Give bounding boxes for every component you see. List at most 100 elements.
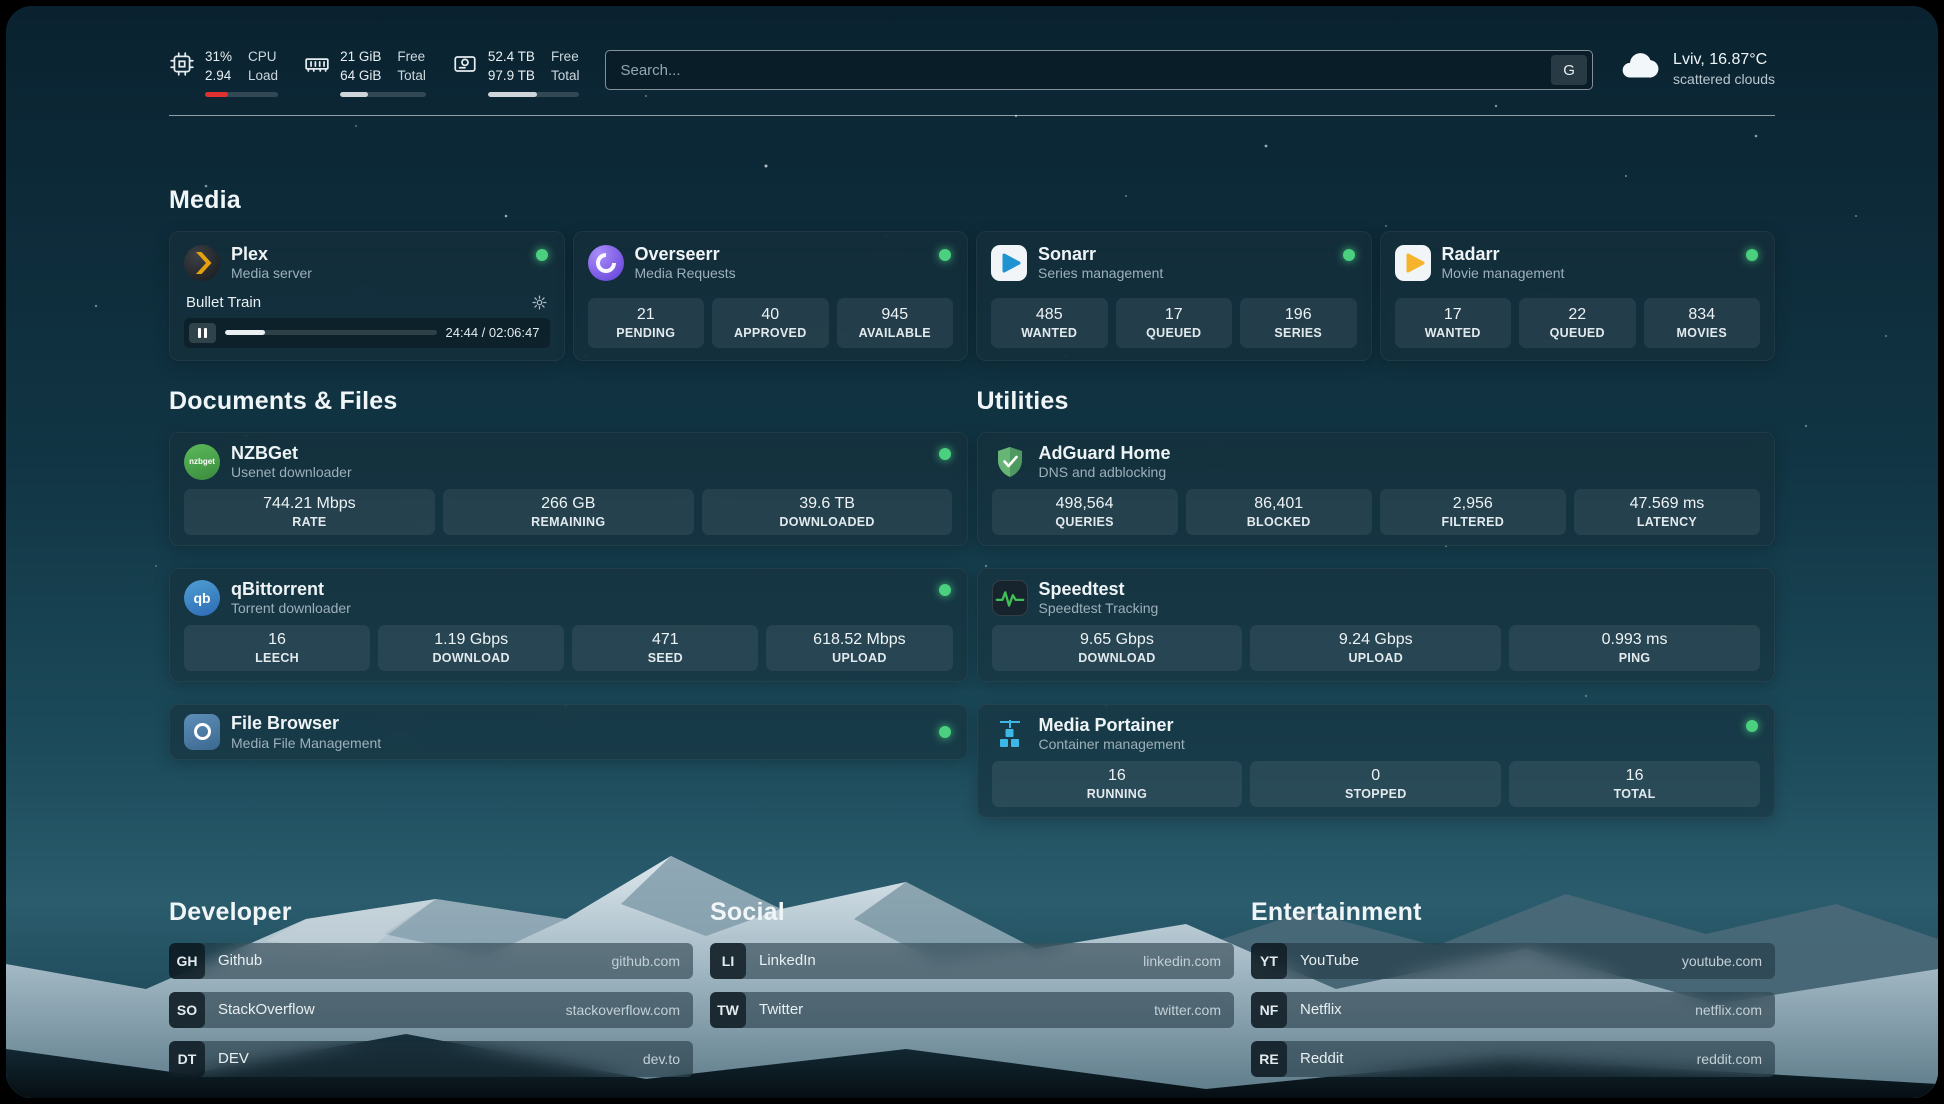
stat-queries: 498,564QUERIES [992, 489, 1178, 535]
status-dot [1746, 249, 1758, 261]
bookmark-stackoverflow[interactable]: SO StackOverflow stackoverflow.com [169, 992, 693, 1028]
search-bar: G [605, 50, 1593, 90]
status-dot [939, 726, 951, 738]
status-dot [1343, 249, 1355, 261]
pause-bar [198, 328, 201, 338]
middle-grid: Documents & Files nzbget NZBGet Usenet d… [169, 361, 1775, 840]
app-name: AdGuard Home [1039, 443, 1171, 464]
stat-pending: 21PENDING [588, 298, 705, 348]
top-bar: 31% 2.94 CPU Load [169, 6, 1775, 97]
bookmark-dev[interactable]: DT DEV dev.to [169, 1041, 693, 1077]
app-card-speedtest[interactable]: Speedtest Speedtest Tracking 9.65 GbpsDO… [977, 568, 1776, 682]
bookmark-github[interactable]: GH Github github.com [169, 943, 693, 979]
bookmark-youtube[interactable]: YT YouTube youtube.com [1251, 943, 1775, 979]
section-title-developer: Developer [169, 898, 693, 927]
search-input[interactable] [606, 51, 1551, 89]
disk-total-value: 97.9 TB [488, 67, 535, 86]
stat-total: 16TOTAL [1509, 761, 1760, 807]
dev-icon: DT [169, 1041, 205, 1077]
disk-free-label: Free [551, 48, 580, 67]
cpu-usage-bar [205, 92, 278, 97]
app-card-adguard[interactable]: AdGuard Home DNS and adblocking 498,564Q… [977, 432, 1776, 546]
adguard-icon [992, 444, 1028, 480]
dashboard-window: 31% 2.94 CPU Load [6, 6, 1938, 1098]
stat-queued: 22QUEUED [1519, 298, 1636, 348]
playback-progress-bar[interactable] [225, 330, 437, 335]
stat-remaining: 266 GBREMAINING [443, 489, 694, 535]
app-subtitle: DNS and adblocking [1039, 464, 1171, 480]
stat-available: 945AVAILABLE [837, 298, 954, 348]
stat-series: 196SERIES [1240, 298, 1357, 348]
app-card-overseerr[interactable]: Overseerr Media Requests 21PENDING 40APP… [573, 231, 969, 361]
status-dot [1746, 720, 1758, 732]
app-card-sonarr[interactable]: Sonarr Series management 485WANTED 17QUE… [976, 231, 1372, 361]
stat-wanted: 485WANTED [991, 298, 1108, 348]
app-card-nzbget[interactable]: nzbget NZBGet Usenet downloader 744.21 M… [169, 432, 968, 546]
utilities-column: Utilities AdGuard Home [977, 361, 1776, 840]
documents-column: Documents & Files nzbget NZBGet Usenet d… [169, 361, 968, 760]
media-progress-strip: 24:44 / 02:06:47 [184, 318, 550, 348]
weather-widget: Lviv, 16.87°C scattered clouds [1619, 50, 1775, 87]
social-column: Social LI LinkedIn linkedin.com TW Twitt… [710, 840, 1234, 1090]
stat-movies: 834MOVIES [1644, 298, 1761, 348]
search-engine-button[interactable]: G [1551, 55, 1587, 85]
speedtest-icon [992, 580, 1028, 616]
app-name: Overseerr [635, 244, 736, 265]
settings-icon[interactable] [531, 294, 548, 311]
stat-running: 16RUNNING [992, 761, 1243, 807]
stat-upload: 618.52 MbpsUPLOAD [766, 625, 952, 671]
stat-download: 9.65 GbpsDOWNLOAD [992, 625, 1243, 671]
cpu-percent: 31% [205, 48, 232, 67]
app-subtitle: Media Requests [635, 265, 736, 281]
plex-icon [184, 245, 220, 281]
bookmark-twitter[interactable]: TW Twitter twitter.com [710, 992, 1234, 1028]
app-subtitle: Series management [1038, 265, 1163, 281]
youtube-icon: YT [1251, 943, 1287, 979]
bookmarks-grid: Developer GH Github github.com SO StackO… [169, 840, 1775, 1090]
pause-button[interactable] [189, 323, 216, 343]
app-name: NZBGet [231, 443, 352, 464]
stat-upload: 9.24 GbpsUPLOAD [1250, 625, 1501, 671]
cpu-widget: 31% 2.94 CPU Load [169, 48, 278, 97]
disk-usage-bar [488, 92, 580, 97]
app-name: Plex [231, 244, 312, 265]
stat-filtered: 2,956FILTERED [1380, 489, 1566, 535]
cpu-load-label: Load [248, 67, 278, 86]
app-card-plex[interactable]: Plex Media server Bullet Train [169, 231, 565, 361]
filebrowser-icon [184, 714, 220, 750]
pause-bar [204, 328, 207, 338]
section-title-utilities: Utilities [977, 387, 1776, 416]
dashboard-content: 31% 2.94 CPU Load [6, 6, 1938, 1098]
app-card-qbittorrent[interactable]: qb qBittorrent Torrent downloader 16LEEC… [169, 568, 968, 682]
netflix-icon: NF [1251, 992, 1287, 1028]
overseerr-icon [588, 245, 624, 281]
disk-total-label: Total [551, 67, 580, 86]
ram-widget: 21 GiB 64 GiB Free Total [304, 48, 426, 97]
stat-blocked: 86,401BLOCKED [1186, 489, 1372, 535]
ram-free-value: 21 GiB [340, 48, 381, 67]
reddit-icon: RE [1251, 1041, 1287, 1077]
bookmark-linkedin[interactable]: LI LinkedIn linkedin.com [710, 943, 1234, 979]
status-dot [939, 448, 951, 460]
app-card-radarr[interactable]: Radarr Movie management 17WANTED 22QUEUE… [1380, 231, 1776, 361]
app-name: Speedtest [1039, 579, 1159, 600]
section-title-media: Media [169, 186, 1775, 215]
ram-icon [304, 51, 330, 77]
app-name: Radarr [1442, 244, 1565, 265]
app-subtitle: Media server [231, 265, 312, 281]
app-card-portainer[interactable]: Media Portainer Container management 16R… [977, 704, 1776, 818]
bookmark-netflix[interactable]: NF Netflix netflix.com [1251, 992, 1775, 1028]
section-title-social: Social [710, 898, 1234, 927]
section-title-documents: Documents & Files [169, 387, 968, 416]
app-subtitle: Speedtest Tracking [1039, 600, 1159, 616]
playback-time: 24:44 / 02:06:47 [446, 325, 540, 340]
disk-icon [452, 51, 478, 77]
stat-download: 1.19 GbpsDOWNLOAD [378, 625, 564, 671]
status-dot [536, 249, 548, 261]
bookmark-reddit[interactable]: RE Reddit reddit.com [1251, 1041, 1775, 1077]
status-dot [939, 249, 951, 261]
app-card-filebrowser[interactable]: File Browser Media File Management [169, 704, 968, 760]
app-name: File Browser [231, 713, 381, 734]
stat-latency: 47.569 msLATENCY [1574, 489, 1760, 535]
app-name: Media Portainer [1039, 715, 1185, 736]
